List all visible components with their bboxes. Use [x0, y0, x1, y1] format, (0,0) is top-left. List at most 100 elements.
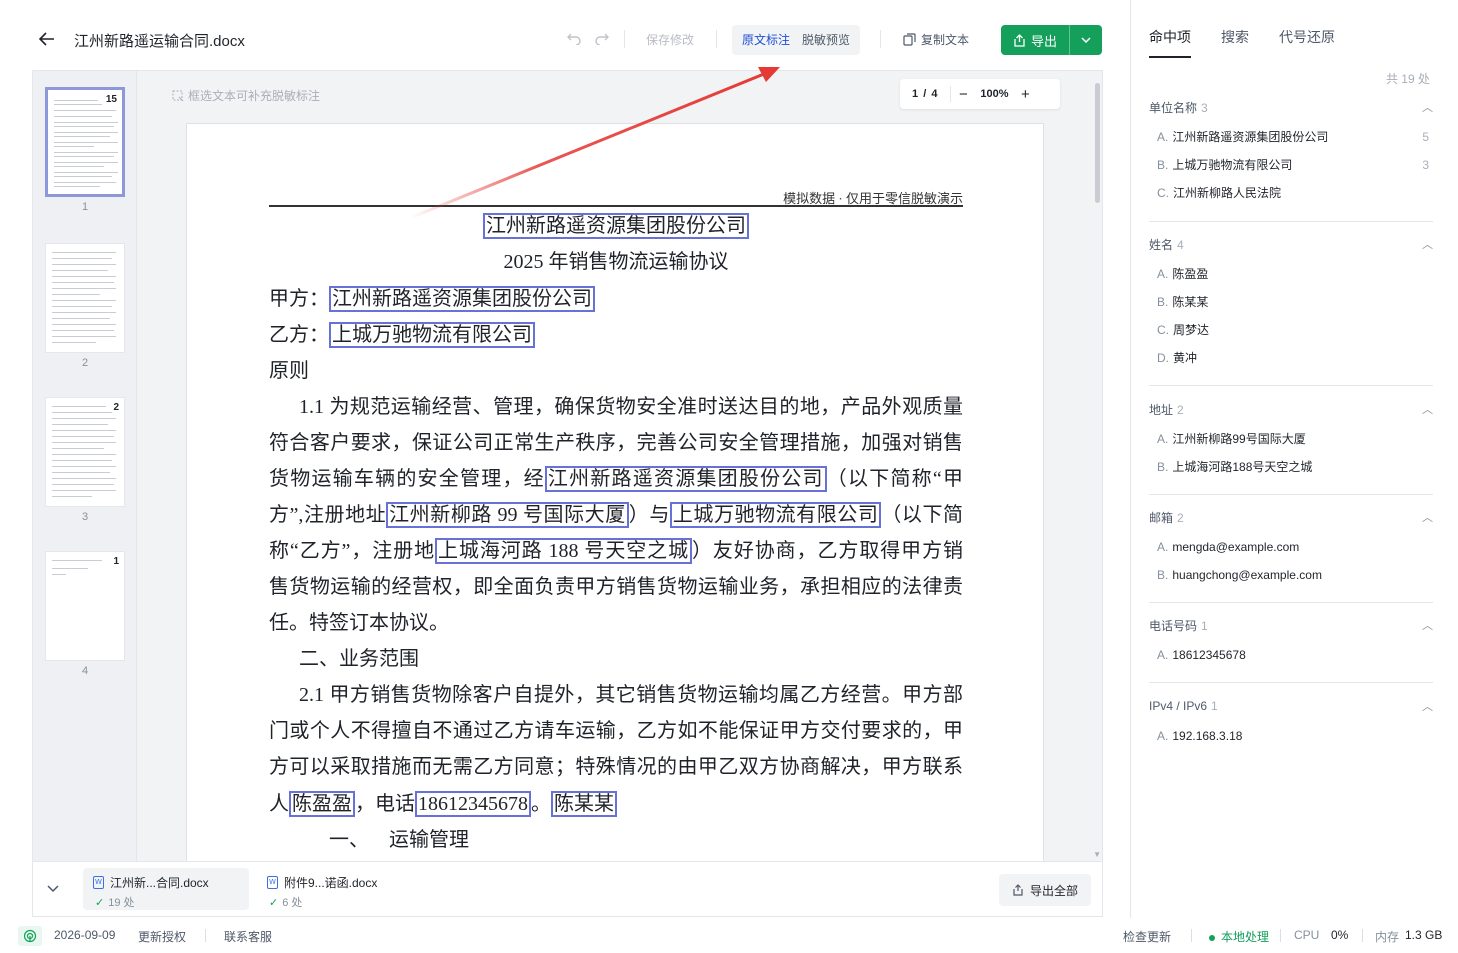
- thumbnail-page-number: 4: [81, 665, 89, 677]
- doc-paragraph-line: 方”,注册地址 江州新柳路 99 号国际大厦 ）与 上城万驰物流有限公司 （以下简: [269, 502, 964, 528]
- redo-icon[interactable]: [592, 29, 612, 49]
- document-title: 江州新路遥运输合同.docx: [74, 33, 245, 50]
- group-header[interactable]: 电话号码 1 ︿: [1149, 615, 1433, 635]
- export-button-group: 导出: [1001, 25, 1102, 55]
- copy-icon: [903, 33, 916, 46]
- back-arrow-icon[interactable]: [36, 28, 58, 50]
- document-viewer[interactable]: 框选文本可补充脱敏标注 1 / 4 − 100% + 模拟数据 · 仅用于零信脱…: [138, 71, 1102, 861]
- group-header[interactable]: IPv4 / IPv6 1 ︿: [1149, 696, 1433, 716]
- zoom-out-button[interactable]: −: [951, 86, 975, 103]
- sensitive-highlight[interactable]: 江州新路遥资源集团股份公司: [329, 286, 595, 312]
- hit-item[interactable]: B. 上城万驰物流有限公司 3: [1149, 151, 1433, 179]
- scroll-down-arrow-icon[interactable]: ▼: [1093, 850, 1101, 859]
- hit-item[interactable]: A. 陈盈盈: [1149, 260, 1433, 288]
- thumbnail-page-4[interactable]: 1 4: [45, 551, 125, 677]
- hit-item[interactable]: A. mengda@example.com: [1149, 533, 1433, 561]
- group-header[interactable]: 邮箱 2 ︿: [1149, 507, 1433, 527]
- tab-code-restore[interactable]: 代号还原: [1279, 27, 1335, 58]
- hit-group-phone: 电话号码 1 ︿ A. 18612345678: [1149, 615, 1433, 669]
- check-update-link[interactable]: 检查更新: [1123, 928, 1171, 945]
- sensitive-highlight[interactable]: 江州新柳路 99 号国际大厦: [386, 502, 629, 528]
- sensitive-highlight[interactable]: 陈盈盈: [289, 791, 355, 817]
- contact-support-link[interactable]: 联系客服: [224, 928, 272, 945]
- sensitive-highlight[interactable]: 18612345678: [415, 791, 531, 817]
- sensitive-highlight[interactable]: 上城海河路 188 号天空之城: [435, 538, 692, 564]
- group-title: 电话号码: [1149, 618, 1198, 633]
- thumbnail-page-1[interactable]: 15 1: [45, 87, 125, 213]
- thumbnail-page-number: 2: [81, 357, 89, 369]
- file-tab-attachment[interactable]: W 附件9...诺函.docx ✓ 6 处: [257, 868, 407, 910]
- chevron-up-icon[interactable]: ︿: [1422, 509, 1433, 525]
- cpu-value: 0%: [1331, 928, 1349, 942]
- tab-original-annotation[interactable]: 原文标注: [736, 27, 797, 53]
- save-changes-button[interactable]: 保存修改: [646, 31, 694, 48]
- hit-item[interactable]: C. 江州新柳路人民法院: [1149, 179, 1433, 207]
- export-all-button[interactable]: 导出全部: [999, 874, 1091, 906]
- doc-paragraph-line: 人陈盈盈 ，电话 18612345678。陈某某: [269, 786, 963, 822]
- export-all-label: 导出全部: [1029, 883, 1078, 898]
- hit-item[interactable]: B. 上城海河路188号天空之城: [1149, 453, 1433, 481]
- license-date: 2026-09-09: [54, 928, 116, 942]
- chevron-up-icon[interactable]: ︿: [1422, 698, 1433, 714]
- undo-icon[interactable]: [564, 29, 584, 49]
- chevron-up-icon[interactable]: ︿: [1422, 617, 1433, 633]
- zoom-in-button[interactable]: +: [1013, 86, 1037, 103]
- group-header[interactable]: 单位名称 3 ︿: [1149, 97, 1433, 117]
- document-page: 模拟数据 · 仅用于零信脱敏演示 江州新路遥资源集团股份公司 2025 年销售物…: [186, 123, 1044, 861]
- group-header[interactable]: 地址 2 ︿: [1149, 399, 1433, 419]
- doc-paragraph-line: 方可以采取措施而无需乙方同意；特殊情况的由甲乙双方协商解决，甲方联系: [269, 756, 963, 778]
- file-hit-count: 6 处: [282, 897, 303, 909]
- hit-item[interactable]: B. 陈某某: [1149, 288, 1433, 316]
- tab-desensitize-preview[interactable]: 脱敏预览: [796, 27, 856, 53]
- panel-tabs: 命中项 搜索 代号还原: [1149, 27, 1335, 58]
- hit-item[interactable]: A. 江州新路遥资源集团股份公司 5: [1149, 123, 1433, 151]
- check-icon: ✓: [95, 897, 105, 909]
- tab-search[interactable]: 搜索: [1221, 27, 1249, 58]
- export-button[interactable]: 导出: [1001, 25, 1070, 55]
- zoom-level: 100%: [980, 88, 1009, 100]
- collapse-chevron-icon[interactable]: [47, 880, 59, 896]
- copy-text-button[interactable]: 复制文本: [903, 31, 969, 48]
- check-icon: ✓: [269, 897, 279, 909]
- hit-item[interactable]: B. huangchong@example.com: [1149, 561, 1433, 589]
- chevron-up-icon[interactable]: ︿: [1422, 401, 1433, 417]
- hit-item[interactable]: D. 黄冲: [1149, 344, 1433, 372]
- thumbnail-page-3[interactable]: 2 3: [45, 397, 125, 523]
- thumbnail-page-2[interactable]: 2: [45, 243, 125, 369]
- chevron-up-icon[interactable]: ︿: [1422, 99, 1433, 115]
- memory-value: 1.3 GB: [1405, 928, 1443, 942]
- chevron-down-icon: [1081, 37, 1091, 43]
- party-b-line: 乙方： 上城万驰物流有限公司: [269, 317, 963, 353]
- chevron-up-icon[interactable]: ︿: [1422, 236, 1433, 252]
- file-name: 附件9...诺函.docx: [284, 876, 378, 890]
- viewer-scrollbar[interactable]: [1095, 83, 1100, 203]
- hit-item[interactable]: A. 192.168.3.18: [1149, 722, 1433, 750]
- sensitive-highlight[interactable]: 陈某某: [551, 791, 617, 817]
- sensitive-highlight[interactable]: 上城万驰物流有限公司: [329, 322, 535, 348]
- group-header[interactable]: 姓名 4 ︿: [1149, 234, 1433, 254]
- group-divider: [1149, 602, 1433, 603]
- export-dropdown-button[interactable]: [1070, 25, 1102, 55]
- group-count: 1: [1201, 618, 1208, 633]
- group-divider: [1149, 494, 1433, 495]
- group-count: 2: [1177, 402, 1184, 417]
- sensitive-highlight[interactable]: 江州新路遥资源集团股份公司: [544, 466, 827, 492]
- file-tab-contract[interactable]: W 江州新...合同.docx ✓ 19 处: [83, 868, 249, 910]
- sensitive-highlight[interactable]: 上城万驰物流有限公司: [669, 502, 882, 528]
- doc-title-line-2: 2025 年销售物流运输协议: [503, 251, 729, 273]
- hit-item[interactable]: C. 周梦达: [1149, 316, 1433, 344]
- section-heading: 一、 运输管理: [329, 829, 469, 851]
- hit-item[interactable]: A. 18612345678: [1149, 641, 1433, 669]
- hit-group-address: 地址 2 ︿ A. 江州新柳路99号国际大厦 B. 上城海河路188号天空之城: [1149, 399, 1433, 481]
- group-count: 3: [1201, 100, 1208, 115]
- doc-paragraph-line: 1.1 为规范运输经营、管理，确保货物安全准时送达目的地，产品外观质量: [299, 396, 963, 418]
- status-divider: [205, 929, 206, 942]
- hit-item[interactable]: A. 江州新柳路99号国际大厦: [1149, 425, 1433, 453]
- renew-license-link[interactable]: 更新授权: [138, 928, 186, 945]
- group-divider: [1149, 682, 1433, 683]
- doc-paragraph-line: 货物运输车辆的安全管理，经 江州新路遥资源集团股份公司 （以下简称“甲: [269, 466, 963, 492]
- tab-hits[interactable]: 命中项: [1149, 27, 1191, 58]
- sensitive-highlight[interactable]: 江州新路遥资源集团股份公司: [483, 213, 749, 239]
- toolbar-divider: [880, 30, 881, 48]
- doc-paragraph-line: 门或个人不得擅自不通过乙方请车运输，乙方如不能保证甲方交付要求的，甲: [269, 720, 963, 742]
